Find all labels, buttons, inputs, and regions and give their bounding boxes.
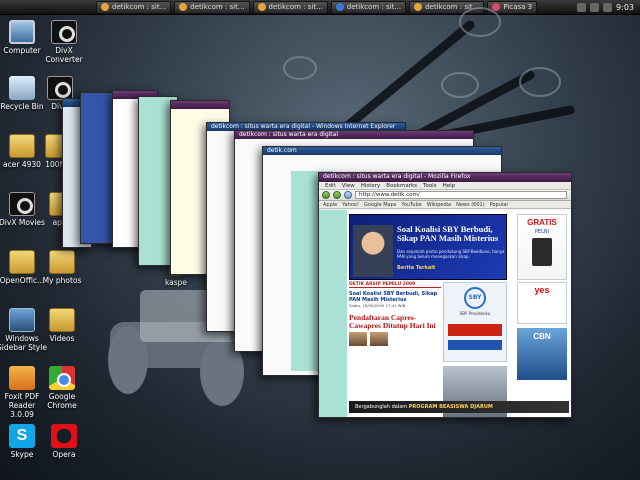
news-item-meta: Sabtu, 16/05/2009 17:41 WIB — [349, 303, 406, 308]
cbn-ad[interactable]: CBN — [517, 328, 567, 380]
reload-button[interactable] — [344, 191, 352, 199]
menu-bar: Edit View History Bookmarks Tools Help — [319, 182, 571, 190]
beasiswa-banner-text: Bergabunglah dalam — [355, 404, 408, 410]
skype-icon: S — [9, 424, 35, 448]
headline-summary: Dan sejumlah partai pendukung SBY-Boedio… — [397, 249, 505, 259]
divx-icon — [47, 76, 73, 100]
bookmark-yahoo[interactable]: Yahoo! — [342, 201, 359, 208]
beasiswa-banner-highlight: PROGRAM BEASISWA DJARUM — [408, 404, 493, 410]
bookmark-google-maps[interactable]: Google Maps — [364, 201, 396, 208]
beasiswa-banner[interactable]: Bergabunglah dalam PROGRAM BEASISWA DJAR… — [349, 401, 569, 413]
forward-button[interactable] — [333, 191, 341, 199]
chrome-icon — [49, 366, 75, 390]
page-left-strip — [319, 210, 347, 417]
front-browser-window[interactable]: detikcom : situs warta era digital - Moz… — [318, 172, 572, 418]
menu-history[interactable]: History — [361, 182, 381, 189]
stack-window-5-titlebar — [171, 101, 229, 109]
stack-window-7-titlebar: detikcom : situs warta era digital — [235, 131, 473, 139]
menu-view[interactable]: View — [342, 182, 355, 189]
menu-bookmarks[interactable]: Bookmarks — [386, 182, 417, 189]
bookmark-news[interactable]: News (601) — [456, 201, 485, 208]
menu-tools[interactable]: Tools — [423, 182, 437, 189]
opera-icon — [51, 424, 77, 448]
sidebar-icon — [9, 308, 35, 332]
front-window-titlebar: detikcom : situs warta era digital - Moz… — [319, 173, 571, 182]
desktop-icon-videos[interactable]: Videos — [36, 308, 88, 343]
headline-photo — [353, 225, 393, 277]
bookmark-wikipedia[interactable]: Wikipedia — [427, 201, 451, 208]
right-column: yes CBN — [517, 282, 567, 417]
bookmark-popular[interactable]: Popular — [490, 201, 509, 208]
bookmark-apple[interactable]: Apple — [323, 201, 337, 208]
back-button[interactable] — [322, 191, 330, 199]
headline-related-label: Berita Terkait — [397, 265, 436, 271]
section-heading: DETIK ARSIP PEMILU 2009 — [349, 282, 441, 288]
sby-logo: SBY — [464, 287, 486, 309]
nav-toolbar: http://www.detik.com/ — [319, 190, 571, 201]
divx-movies-icon — [9, 192, 35, 216]
gratis-ad-title: GRATIS — [527, 218, 557, 227]
recycle-bin-icon — [9, 76, 35, 100]
folder-icon — [9, 250, 35, 274]
desktop-icon-divx-converter[interactable]: DivX Converter — [38, 20, 90, 64]
folder-icon — [49, 308, 75, 332]
headline-title[interactable]: Soal Koalisi SBY Berbudi, Sikap PAN Masi… — [397, 225, 505, 243]
foxit-icon — [9, 366, 35, 390]
bookmarks-bar: Apple Yahoo! Google Maps YouTube Wikiped… — [319, 201, 571, 209]
gratis-ad[interactable]: GRATIS PELNI — [517, 214, 567, 280]
desktop-icon-opera[interactable]: Opera — [38, 424, 90, 459]
news-headline-2[interactable]: Pendaftaran Capres-Cawapres Ditutup Hari… — [349, 314, 441, 330]
news-item-title[interactable]: Soal Koalisi SBY Berbudi, Sikap PAN Masi… — [349, 291, 441, 303]
yes-ad[interactable]: yes — [517, 282, 567, 324]
yes-ad-logo: yes — [534, 285, 550, 295]
folder-icon — [49, 250, 75, 274]
news-thumbnail[interactable] — [370, 332, 388, 346]
sby-ad[interactable]: SBY SBY Presidenku — [443, 282, 507, 362]
menu-help[interactable]: Help — [443, 182, 456, 189]
news-thumbnail[interactable] — [349, 332, 367, 346]
stack-window-8-titlebar: detik.com — [263, 147, 501, 155]
computer-icon — [9, 20, 35, 44]
sby-ad-red-band — [448, 324, 502, 336]
sby-ad-blue-band — [448, 340, 502, 350]
headline-banner[interactable]: Soal Koalisi SBY Berbudi, Sikap PAN Masi… — [349, 214, 507, 280]
sby-ad-caption: SBY Presidenku — [459, 311, 491, 316]
web-page: Soal Koalisi SBY Berbudi, Sikap PAN Masi… — [319, 210, 571, 417]
menu-edit[interactable]: Edit — [325, 182, 336, 189]
gratis-ad-subtitle: PELNI — [534, 229, 550, 235]
desktop-icon-google-chrome[interactable]: Google Chrome — [36, 366, 88, 410]
desktop-icon-my-photos[interactable]: My photos — [36, 250, 88, 285]
news-section: DETIK ARSIP PEMILU 2009 Soal Koalisi SBY… — [349, 282, 441, 417]
divx-converter-icon — [51, 20, 77, 44]
phone-image — [532, 238, 552, 266]
url-input[interactable]: http://www.detik.com/ — [355, 191, 567, 199]
bookmark-youtube[interactable]: YouTube — [401, 201, 421, 208]
